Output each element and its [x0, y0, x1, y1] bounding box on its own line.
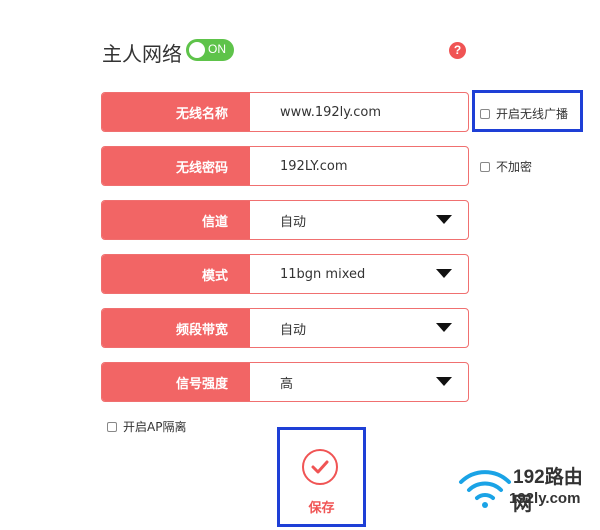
mode-row: 模式 11bgn mixed [101, 254, 469, 294]
mode-select[interactable]: 11bgn mixed [250, 255, 468, 293]
ap-isolation-checkbox[interactable]: 开启AP隔离 [107, 418, 186, 435]
bandwidth-label: 频段带宽 [102, 309, 250, 347]
dropdown-arrow-icon[interactable] [436, 323, 452, 332]
toggle-knob [189, 42, 205, 58]
ap-isolation-label: 开启AP隔离 [123, 420, 187, 434]
brand-text: 192路由网 [513, 467, 583, 515]
ssid-label: 无线名称 [102, 93, 250, 131]
domain-text: 192ly.com [509, 490, 581, 507]
password-label: 无线密码 [102, 147, 250, 185]
password-input[interactable]: 192LY.com [250, 147, 468, 185]
no-encryption-label: 不加密 [496, 160, 533, 174]
bandwidth-value: 自动 [280, 322, 307, 338]
dropdown-arrow-icon[interactable] [436, 377, 452, 386]
bandwidth-row: 频段带宽 自动 [101, 308, 469, 348]
channel-select[interactable]: 自动 [250, 201, 468, 239]
help-icon[interactable]: ? [449, 42, 466, 59]
checkbox-box[interactable] [107, 421, 117, 432]
signal-strength-select[interactable]: 高 [250, 363, 468, 401]
channel-value: 自动 [280, 214, 307, 230]
dropdown-arrow-icon[interactable] [436, 215, 452, 224]
ssid-input[interactable]: www.192ly.com [250, 93, 468, 131]
toggle-on-label: ON [208, 42, 226, 56]
no-encryption-checkbox[interactable]: 不加密 [480, 158, 532, 175]
highlight-broadcast [472, 90, 583, 132]
watermark-logo: 192路由网 192ly.com [455, 460, 600, 526]
highlight-save [277, 427, 366, 527]
mode-value: 11bgn mixed [280, 266, 366, 282]
mode-label: 模式 [102, 255, 250, 293]
wifi-icon [459, 470, 511, 508]
dropdown-arrow-icon[interactable] [436, 269, 452, 278]
password-row: 无线密码 192LY.com [101, 146, 469, 186]
signal-strength-value: 高 [280, 376, 294, 392]
bandwidth-select[interactable]: 自动 [250, 309, 468, 347]
wifi-toggle[interactable]: ON [186, 39, 234, 61]
channel-label: 信道 [102, 201, 250, 239]
ssid-row: 无线名称 www.192ly.com [101, 92, 469, 132]
signal-strength-row: 信号强度 高 [101, 362, 469, 402]
section-title: 主人网络 [102, 42, 182, 66]
channel-row: 信道 自动 [101, 200, 469, 240]
signal-strength-label: 信号强度 [102, 363, 250, 401]
checkbox-box[interactable] [480, 161, 490, 172]
